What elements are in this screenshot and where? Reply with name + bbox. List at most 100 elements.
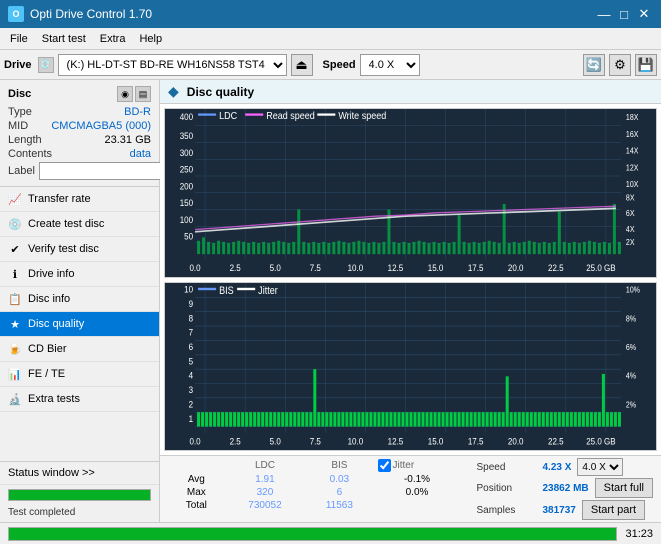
- refresh-button[interactable]: 🔄: [583, 54, 605, 76]
- svg-text:300: 300: [180, 147, 194, 158]
- svg-text:Jitter: Jitter: [258, 285, 278, 297]
- samples-label: Samples: [477, 505, 537, 516]
- speed-select[interactable]: 4.0 X 1.0 X 2.0 X 8.0 X: [360, 54, 420, 76]
- svg-text:10.0: 10.0: [348, 262, 364, 273]
- position-label: Position: [477, 483, 537, 494]
- sidebar-item-cd-bier[interactable]: 🍺 CD Bier: [0, 337, 159, 362]
- close-button[interactable]: ✕: [635, 5, 653, 23]
- stats-left: LDC BIS Jitter Avg: [160, 456, 469, 522]
- main-area: Disc ◉ ▤ Type BD-R MID CMCMAGBA5 (000) L…: [0, 80, 661, 522]
- menu-extra[interactable]: Extra: [94, 31, 132, 47]
- sidebar-item-drive-info[interactable]: ℹ Drive info: [0, 262, 159, 287]
- svg-text:7.5: 7.5: [310, 435, 321, 446]
- svg-text:17.5: 17.5: [468, 435, 484, 446]
- time-display: 31:23: [625, 528, 653, 540]
- extra-tests-label: Extra tests: [28, 393, 80, 405]
- chart-ldc: 400 350 300 250 200 150 100 50 18X 16X 1…: [164, 108, 657, 278]
- svg-text:8: 8: [189, 312, 194, 323]
- svg-text:16X: 16X: [626, 130, 639, 139]
- settings-button[interactable]: ⚙: [609, 54, 631, 76]
- minimize-button[interactable]: —: [595, 5, 613, 23]
- menu-start-test[interactable]: Start test: [36, 31, 92, 47]
- max-jitter: 0.0%: [374, 486, 461, 499]
- disc-panel-title: Disc: [8, 88, 31, 100]
- content-area: ◆ Disc quality: [160, 80, 661, 522]
- svg-text:Read speed: Read speed: [266, 111, 315, 123]
- nav-items: 📈 Transfer rate 💿 Create test disc ✔ Ver…: [0, 187, 159, 461]
- sidebar: Disc ◉ ▤ Type BD-R MID CMCMAGBA5 (000) L…: [0, 80, 160, 522]
- svg-text:10X: 10X: [626, 180, 639, 189]
- jitter-checkbox[interactable]: [378, 459, 391, 472]
- menu-help[interactable]: Help: [133, 31, 168, 47]
- cd-bier-label: CD Bier: [28, 343, 67, 355]
- start-part-button[interactable]: Start part: [582, 500, 645, 520]
- max-label: Max: [168, 486, 225, 499]
- maximize-button[interactable]: □: [615, 5, 633, 23]
- svg-text:5.0: 5.0: [270, 262, 281, 273]
- svg-text:14X: 14X: [626, 146, 639, 155]
- samples-value: 381737: [543, 505, 576, 516]
- stats-col-ldc: LDC: [225, 458, 306, 473]
- label-input[interactable]: [39, 162, 177, 180]
- stats-table: LDC BIS Jitter Avg: [168, 458, 461, 512]
- disc-quality-icon: ★: [8, 317, 22, 331]
- menu-file[interactable]: File: [4, 31, 34, 47]
- create-test-disc-icon: 💿: [8, 217, 22, 231]
- title-bar: O Opti Drive Control 1.70 — □ ✕: [0, 0, 661, 28]
- save-button[interactable]: 💾: [635, 54, 657, 76]
- svg-text:1: 1: [189, 413, 194, 424]
- type-value: BD-R: [124, 106, 151, 118]
- sidebar-item-disc-info[interactable]: 📋 Disc info: [0, 287, 159, 312]
- disc-icon-2[interactable]: ▤: [135, 86, 151, 102]
- svg-text:2.5: 2.5: [230, 435, 241, 446]
- total-bis: 11563: [305, 499, 373, 512]
- svg-text:2.5: 2.5: [230, 262, 241, 273]
- cd-bier-icon: 🍺: [8, 342, 22, 356]
- sidebar-item-create-test-disc[interactable]: 💿 Create test disc: [0, 212, 159, 237]
- drive-info-label: Drive info: [28, 268, 74, 280]
- svg-text:12.5: 12.5: [388, 435, 404, 446]
- stats-col-jitter-check: Jitter: [374, 458, 461, 473]
- stats-row-total: Total 730052 11563: [168, 499, 461, 512]
- sidebar-item-extra-tests[interactable]: 🔬 Extra tests: [0, 387, 159, 412]
- menu-bar: File Start test Extra Help: [0, 28, 661, 50]
- sidebar-item-verify-test-disc[interactable]: ✔ Verify test disc: [0, 237, 159, 262]
- progress-bar: [8, 489, 151, 501]
- avg-label: Avg: [168, 473, 225, 486]
- speed-right-select[interactable]: 4.0 X: [577, 458, 623, 476]
- svg-text:25.0 GB: 25.0 GB: [586, 262, 616, 273]
- progress-bar-fill: [9, 490, 150, 500]
- drive-select[interactable]: (K:) HL-DT-ST BD-RE WH16NS58 TST4: [58, 54, 287, 76]
- speed-static-label: Speed: [477, 462, 537, 473]
- length-label: Length: [8, 134, 42, 146]
- svg-text:20.0: 20.0: [508, 435, 524, 446]
- fe-te-label: FE / TE: [28, 368, 65, 380]
- svg-text:20.0: 20.0: [508, 262, 524, 273]
- sidebar-item-transfer-rate[interactable]: 📈 Transfer rate: [0, 187, 159, 212]
- svg-text:5.0: 5.0: [270, 435, 281, 446]
- disc-quality-label: Disc quality: [28, 318, 84, 330]
- toolbar: Drive 💿 (K:) HL-DT-ST BD-RE WH16NS58 TST…: [0, 50, 661, 80]
- stats-row-max: Max 320 6 0.0%: [168, 486, 461, 499]
- transfer-rate-label: Transfer rate: [28, 193, 91, 205]
- bottom-progress-bar: [8, 527, 617, 541]
- app-title: Opti Drive Control 1.70: [30, 7, 152, 21]
- svg-text:6%: 6%: [626, 342, 636, 352]
- svg-text:10: 10: [184, 283, 193, 294]
- svg-text:350: 350: [180, 131, 194, 142]
- samples-row: Samples 381737 Start part: [477, 500, 654, 520]
- svg-text:9: 9: [189, 298, 194, 309]
- svg-text:2X: 2X: [626, 238, 635, 247]
- status-window-button[interactable]: Status window >>: [0, 462, 159, 485]
- app-icon: O: [8, 6, 24, 22]
- total-label: Total: [168, 499, 225, 512]
- avg-bis: 0.03: [305, 473, 373, 486]
- disc-icon-1[interactable]: ◉: [117, 86, 133, 102]
- sidebar-item-disc-quality[interactable]: ★ Disc quality: [0, 312, 159, 337]
- start-full-button[interactable]: Start full: [595, 478, 653, 498]
- progress-area: [0, 485, 159, 505]
- eject-button[interactable]: ⏏: [291, 54, 313, 76]
- svg-text:BIS: BIS: [219, 285, 234, 297]
- svg-text:8X: 8X: [626, 193, 635, 202]
- sidebar-item-fe-te[interactable]: 📊 FE / TE: [0, 362, 159, 387]
